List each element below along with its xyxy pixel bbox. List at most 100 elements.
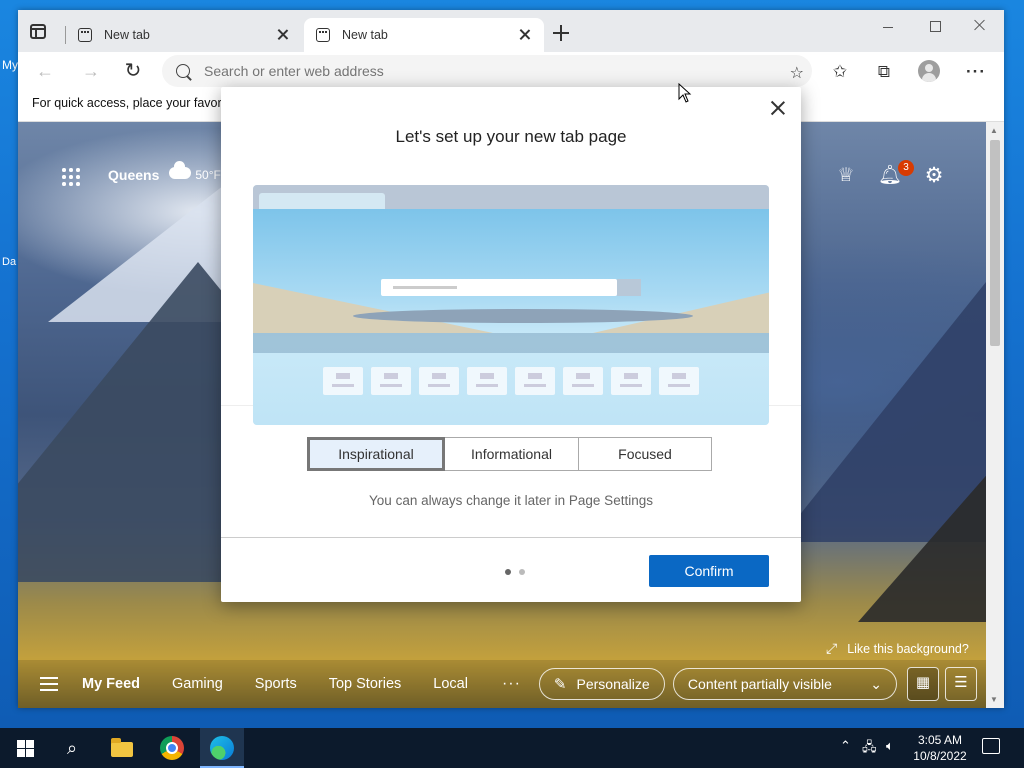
confirm-button[interactable]: Confirm [649, 555, 769, 587]
settings-hint: You can always change it later in Page S… [369, 493, 653, 508]
maximize-icon[interactable] [926, 18, 948, 38]
preview-tile [611, 367, 651, 395]
preview-tile [467, 367, 507, 395]
step-dot-active [505, 569, 511, 575]
new-tab-page-icon [78, 28, 92, 42]
mouse-cursor-icon [678, 83, 692, 103]
system-clock[interactable]: 3:05 AM 10/8/2022 [912, 732, 968, 764]
notification-badge: 3 [898, 160, 914, 176]
clock-time: 3:05 AM [917, 733, 963, 747]
add-favorite-star-icon[interactable]: ☆ [790, 63, 804, 83]
preview-tile [419, 367, 459, 395]
minimize-icon[interactable] [880, 18, 902, 38]
option-inspirational-button[interactable]: Inspirational [307, 437, 445, 471]
personalize-label: Personalize [576, 676, 650, 692]
step-indicator [505, 569, 533, 575]
preview-ridge [353, 309, 693, 323]
collections-icon[interactable]: ⧉ [874, 62, 894, 82]
weather-widget[interactable]: Queens 50°F [108, 161, 221, 183]
content-visibility-dropdown[interactable]: Content partially visible ⌄ [672, 668, 897, 700]
preview-tile [371, 367, 411, 395]
file-explorer-icon[interactable] [110, 736, 134, 760]
more-feed-tabs-icon[interactable]: ··· [502, 675, 521, 693]
profile-avatar-icon[interactable] [918, 60, 940, 82]
clock-date: 10/8/2022 [913, 749, 967, 763]
preview-tile [659, 367, 699, 395]
personalize-button[interactable]: ✎ Personalize [538, 668, 665, 700]
preview-sky [253, 209, 769, 425]
address-input[interactable] [204, 63, 764, 79]
close-tab-icon[interactable] [518, 28, 532, 42]
desktop-icon-label[interactable]: My [2, 58, 18, 72]
weather-temperature: 50°F [195, 168, 221, 182]
tab-new-tab-2[interactable]: New tab [304, 18, 544, 52]
back-arrow-icon[interactable]: ← [34, 60, 56, 82]
layout-preview-illustration [253, 185, 769, 425]
app-launcher-icon[interactable] [62, 168, 80, 186]
feed-tab-my-feed[interactable]: My Feed [82, 676, 140, 692]
chrome-ring [160, 736, 184, 760]
browser-toolbar: ← → ↻ ☆ ✩ ⧉ ··· [18, 52, 1004, 90]
preview-water [253, 333, 769, 353]
preview-search-btn [617, 279, 641, 296]
like-background-link[interactable]: ⤢ Like this background? [826, 640, 969, 657]
feed-tab-local[interactable]: Local [433, 676, 468, 692]
chrome-browser-icon[interactable] [160, 736, 184, 760]
network-icon[interactable]: 🖧︎ [862, 738, 877, 760]
option-focused-button[interactable]: Focused [579, 437, 712, 471]
cloud-icon [169, 161, 192, 179]
scroll-down-arrow-icon[interactable]: ▼ [990, 695, 998, 704]
preview-tiles [323, 367, 707, 395]
tab-strip: New tab New tab [18, 10, 1004, 52]
feed-tab-sports[interactable]: Sports [255, 676, 297, 692]
scroll-up-arrow-icon[interactable]: ▲ [990, 126, 998, 135]
grid-layout-icon[interactable]: ▦ [906, 667, 939, 701]
tab-actions-icon[interactable] [30, 24, 46, 39]
dialog-title: Let's set up your new tab page [395, 127, 627, 146]
hamburger-menu-icon[interactable] [40, 677, 58, 691]
scrollbar-thumb[interactable] [990, 140, 1000, 346]
gear-icon[interactable]: ⚙ [922, 164, 946, 188]
favorites-icon[interactable]: ✩ [830, 62, 850, 82]
chevron-down-icon: ⌄ [870, 675, 882, 692]
option-informational-button[interactable]: Informational [445, 437, 579, 471]
tab-new-tab-1[interactable]: New tab [66, 18, 302, 52]
step-dot [519, 569, 525, 575]
show-hidden-icons-chevron-icon[interactable]: ⌃ [840, 738, 851, 754]
content-visibility-label: Content partially visible [687, 676, 832, 692]
pencil-icon: ✎ [553, 676, 567, 693]
new-tab-setup-dialog: Let's set up your new tab page Inspirati… [221, 87, 801, 602]
list-layout-icon[interactable]: ☰ [944, 667, 977, 701]
like-background-label: Like this background? [847, 641, 969, 656]
feed-bar: My Feed Gaming Sports Top Stories Local … [18, 660, 986, 708]
preview-tile [323, 367, 363, 395]
page-scrollbar[interactable]: ▲ ▼ [986, 122, 1004, 708]
close-icon[interactable] [769, 99, 787, 117]
edge-browser-icon[interactable] [200, 728, 244, 768]
desktop-icon-label[interactable]: Da [2, 256, 16, 268]
forward-arrow-icon[interactable]: → [80, 60, 102, 82]
background-mountain [858, 462, 986, 622]
search-icon [176, 64, 190, 78]
feed-tab-top-stories[interactable]: Top Stories [329, 676, 402, 692]
preview-tile [563, 367, 603, 395]
weather-city: Queens [108, 167, 160, 183]
preview-tile [515, 367, 555, 395]
windows-start-icon[interactable] [14, 736, 38, 760]
close-tab-icon[interactable] [276, 28, 290, 42]
volume-icon[interactable]: 🔈︎ [886, 738, 894, 754]
search-icon[interactable]: ⌕ [60, 736, 84, 760]
action-center-icon[interactable] [982, 738, 1000, 754]
edge-logo [210, 736, 234, 760]
new-tab-page-icon [316, 28, 330, 42]
divider [221, 537, 801, 538]
refresh-icon[interactable]: ↻ [122, 60, 144, 82]
close-window-icon[interactable] [970, 18, 992, 38]
rewards-trophy-icon[interactable]: ♕ [834, 164, 858, 188]
more-options-icon[interactable]: ··· [966, 62, 986, 82]
taskbar: ⌕ ⌃ 🖧︎ 🔈︎ 3:05 AM 10/8/2022 [0, 728, 1024, 768]
layout-option-group: Inspirational Informational Focused [307, 437, 712, 471]
address-bar[interactable]: ☆ [162, 55, 812, 87]
feed-tab-gaming[interactable]: Gaming [172, 676, 223, 692]
new-tab-plus-icon[interactable] [552, 24, 570, 42]
